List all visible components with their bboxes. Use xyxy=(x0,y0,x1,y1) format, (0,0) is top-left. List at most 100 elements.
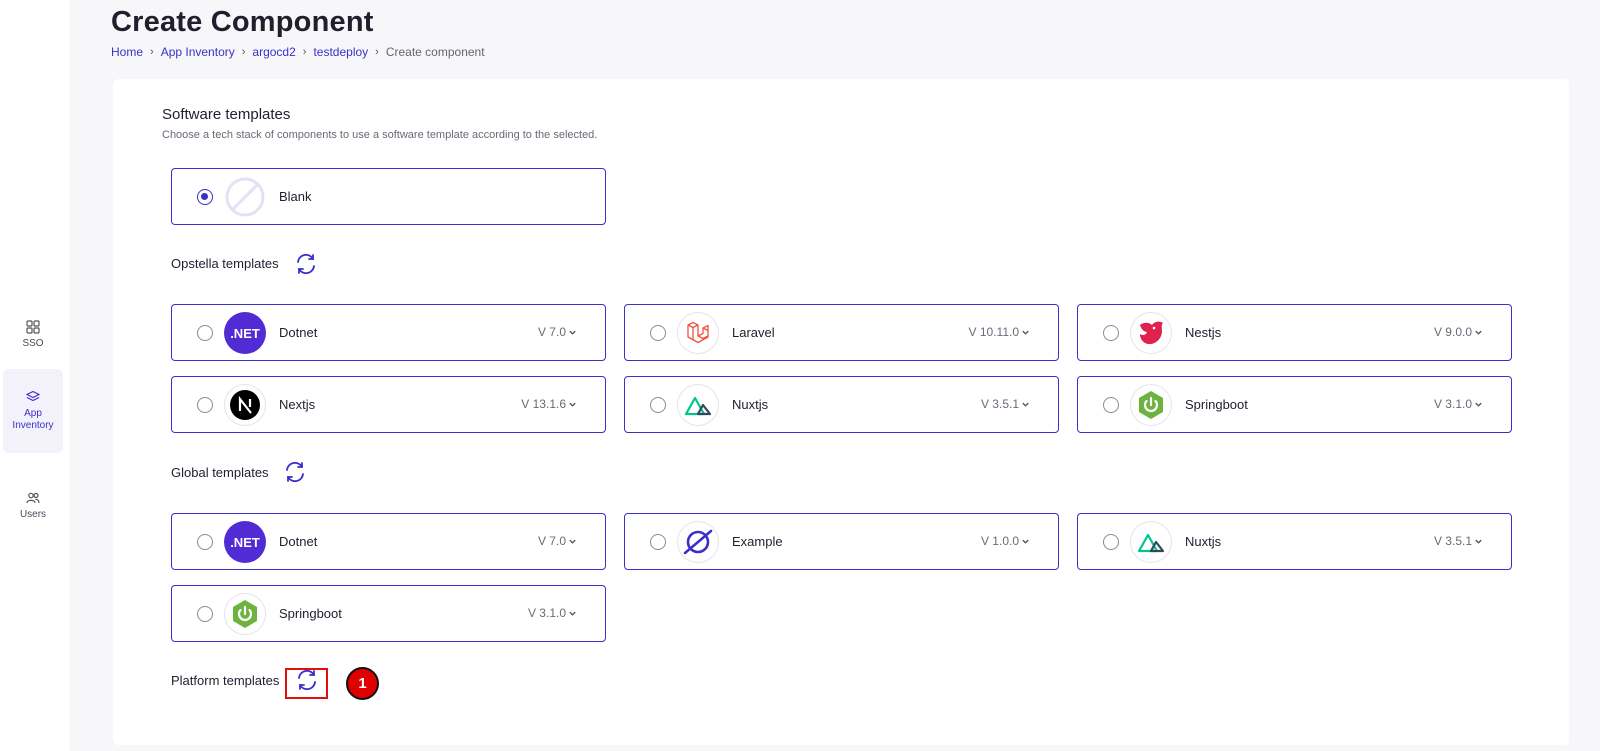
blank-icon xyxy=(224,176,266,218)
version-value: V 3.1.0 xyxy=(1433,397,1472,411)
nextjs-logo xyxy=(224,384,266,426)
radio-button[interactable] xyxy=(650,397,666,413)
chevron-right-icon: › xyxy=(375,46,379,58)
chevron-right-icon: › xyxy=(150,46,154,58)
version-select[interactable]: V 7.0 xyxy=(538,325,577,339)
template-tile-dotnet[interactable]: .NET Dotnet V 7.0 xyxy=(171,513,606,570)
chevron-down-icon xyxy=(1022,539,1029,544)
version-value: V 3.1.0 xyxy=(527,606,566,620)
nuxtjs-logo xyxy=(677,384,719,426)
template-tile-example[interactable]: Example V 1.0.0 xyxy=(624,513,1059,570)
template-name: Springboot xyxy=(279,606,342,621)
version-value: V 7.0 xyxy=(537,325,566,339)
breadcrumb-home[interactable]: Home xyxy=(111,45,143,59)
template-name: Laravel xyxy=(732,325,775,340)
group-title-global: Global templates xyxy=(171,465,269,480)
radio-button[interactable] xyxy=(650,534,666,550)
chevron-right-icon: › xyxy=(241,46,246,58)
version-select[interactable]: V 10.11.0 xyxy=(969,325,1030,339)
breadcrumb-argocd2[interactable]: argocd2 xyxy=(252,45,295,59)
template-tile-springboot[interactable]: Springboot V 3.1.0 xyxy=(1077,376,1512,433)
highlight-box xyxy=(285,668,328,699)
chevron-down-icon xyxy=(1475,539,1482,544)
sidebar-item-label: Users xyxy=(19,509,47,520)
sidebar-item-sso[interactable]: SSO xyxy=(3,293,63,377)
version-select[interactable]: V 3.5.1 xyxy=(981,397,1030,411)
sidebar-item-label: SSO xyxy=(22,338,44,349)
chevron-down-icon xyxy=(569,611,576,616)
radio-button[interactable] xyxy=(197,189,213,205)
group-title-opstella: Opstella templates xyxy=(171,256,279,271)
version-value: V 13.1.6 xyxy=(521,397,566,411)
version-value: V 9.0.0 xyxy=(1433,325,1472,339)
version-value: V 3.5.1 xyxy=(1433,534,1472,548)
breadcrumb: Home › App Inventory › argocd2 › testdep… xyxy=(111,45,485,59)
version-select[interactable]: V 7.0 xyxy=(538,534,577,548)
chevron-down-icon xyxy=(1475,402,1482,407)
version-select[interactable]: V 1.0.0 xyxy=(981,534,1030,548)
refresh-icon[interactable] xyxy=(293,251,319,277)
template-tile-nestjs[interactable]: Nestjs V 9.0.0 xyxy=(1077,304,1512,361)
template-tile-laravel[interactable]: Laravel V 10.11.0 xyxy=(624,304,1059,361)
radio-button[interactable] xyxy=(197,606,213,622)
sidebar-item-app-inventory[interactable]: App Inventory xyxy=(3,369,63,453)
version-select[interactable]: V 9.0.0 xyxy=(1434,325,1483,339)
breadcrumb-testdeploy[interactable]: testdeploy xyxy=(313,45,368,59)
version-value: V 1.0.0 xyxy=(980,534,1019,548)
breadcrumb-app-inventory[interactable]: App Inventory xyxy=(161,45,235,59)
radio-button[interactable] xyxy=(197,397,213,413)
version-select[interactable]: V 3.5.1 xyxy=(1434,534,1483,548)
version-select[interactable]: V 3.1.0 xyxy=(1434,397,1483,411)
chevron-down-icon xyxy=(1475,330,1482,335)
chevron-right-icon: › xyxy=(302,46,307,58)
layers-icon xyxy=(26,390,40,402)
page-title: Create Component xyxy=(111,6,374,38)
sidebar: SSO App Inventory Users xyxy=(0,0,69,751)
version-value: V 3.5.1 xyxy=(980,397,1019,411)
template-name: Blank xyxy=(279,189,312,204)
dotnet-logo: .NET xyxy=(224,521,266,563)
template-tile-blank[interactable]: Blank xyxy=(171,168,606,225)
chevron-down-icon xyxy=(1022,402,1029,407)
laravel-logo xyxy=(677,312,719,354)
example-logo xyxy=(677,521,719,563)
template-name: Nextjs xyxy=(279,397,316,412)
template-tile-nuxtjs[interactable]: Nuxtjs V 3.5.1 xyxy=(1077,513,1512,570)
step-marker: 1 xyxy=(346,667,379,700)
breadcrumb-current: Create component xyxy=(385,45,485,59)
template-tile-dotnet[interactable]: .NET Dotnet V 7.0 xyxy=(171,304,606,361)
users-icon xyxy=(26,492,40,504)
version-value: V 10.11.0 xyxy=(968,325,1019,339)
template-name: Springboot xyxy=(1185,397,1248,412)
template-name: Dotnet xyxy=(279,534,318,549)
group-title-platform: Platform templates xyxy=(171,673,280,688)
chevron-down-icon xyxy=(1022,330,1029,335)
radio-button[interactable] xyxy=(1103,397,1119,413)
template-tile-springboot[interactable]: Springboot V 3.1.0 xyxy=(171,585,606,642)
version-value: V 7.0 xyxy=(537,534,566,548)
template-name: Nestjs xyxy=(1185,325,1222,340)
radio-button[interactable] xyxy=(197,534,213,550)
chevron-down-icon xyxy=(569,330,576,335)
nestjs-logo xyxy=(1130,312,1172,354)
radio-button[interactable] xyxy=(1103,534,1119,550)
version-select[interactable]: V 3.1.0 xyxy=(528,606,577,620)
template-name: Nuxtjs xyxy=(1185,534,1222,549)
template-tile-nuxtjs[interactable]: Nuxtjs V 3.5.1 xyxy=(624,376,1059,433)
radio-button[interactable] xyxy=(197,325,213,341)
radio-button[interactable] xyxy=(1103,325,1119,341)
template-name: Example xyxy=(732,534,783,549)
section-description: Choose a tech stack of components to use… xyxy=(162,129,598,141)
template-name: Nuxtjs xyxy=(732,397,769,412)
sidebar-item-users[interactable]: Users xyxy=(3,464,63,548)
version-select[interactable]: V 13.1.6 xyxy=(521,397,577,411)
sidebar-item-label: App Inventory xyxy=(12,408,54,431)
template-name: Dotnet xyxy=(279,325,318,340)
radio-button[interactable] xyxy=(650,325,666,341)
nuxtjs-logo xyxy=(1130,521,1172,563)
refresh-icon[interactable] xyxy=(282,459,308,485)
section-title: Software templates xyxy=(162,106,291,123)
template-tile-nextjs[interactable]: Nextjs V 13.1.6 xyxy=(171,376,606,433)
springboot-logo xyxy=(224,593,266,635)
dotnet-logo: .NET xyxy=(224,312,266,354)
